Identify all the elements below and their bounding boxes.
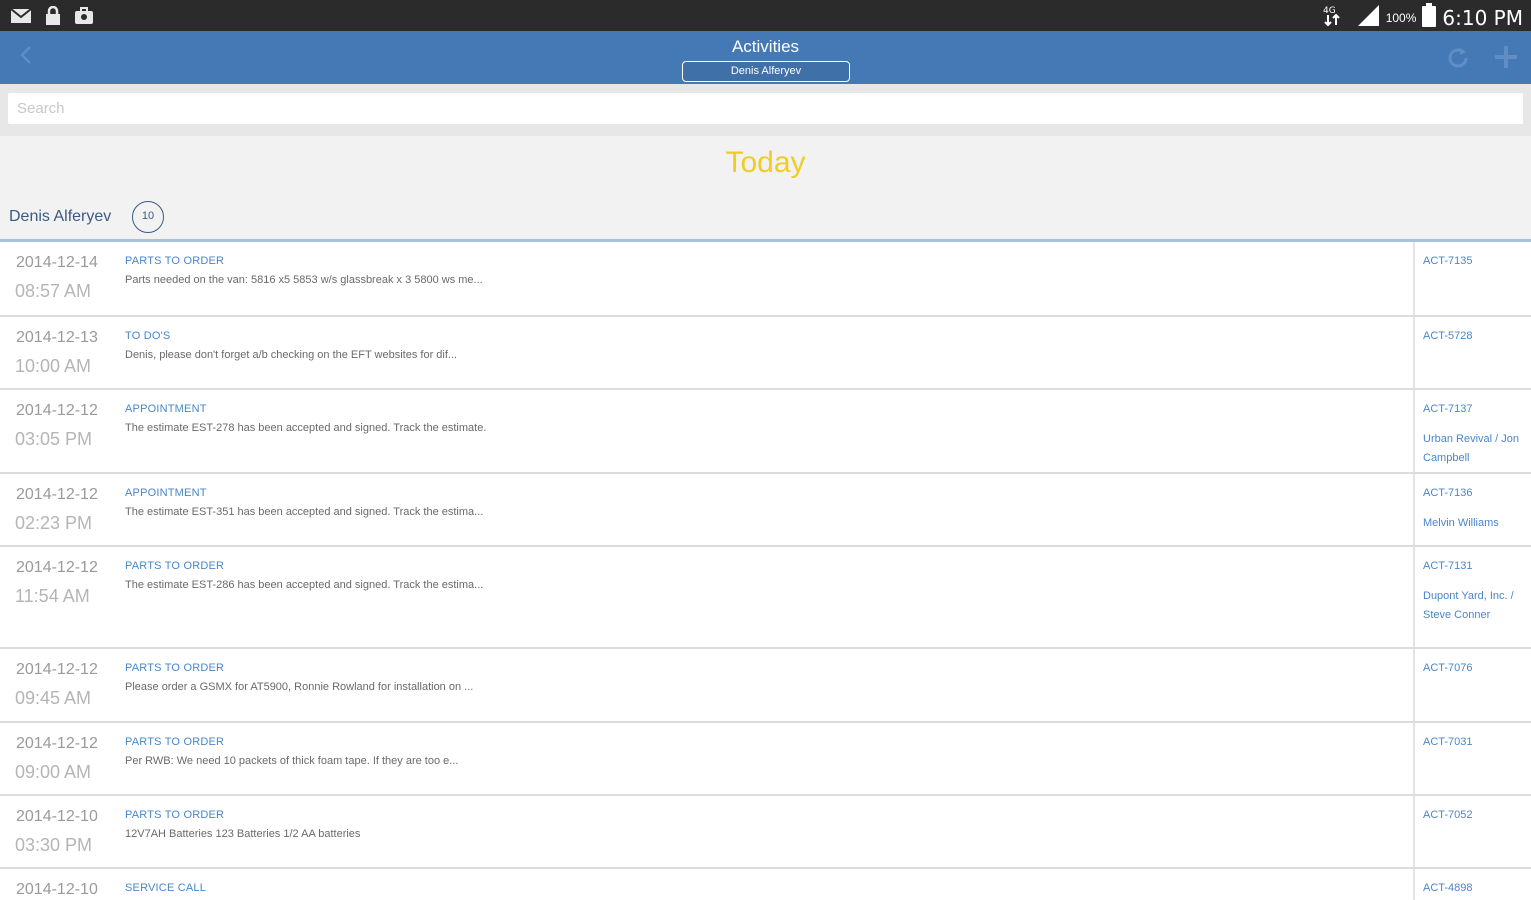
column-divider xyxy=(1413,869,1415,900)
activity-ref[interactable]: ACT-4898 xyxy=(1423,882,1473,894)
activity-time: 08:57 AM xyxy=(15,281,92,301)
mail-icon xyxy=(10,7,32,30)
battery-icon xyxy=(1422,3,1437,32)
briefcase-icon xyxy=(74,7,94,30)
activity-type: PARTS TO ORDER xyxy=(125,736,225,748)
svg-text:4G: 4G xyxy=(1323,6,1336,16)
column-divider xyxy=(1413,317,1415,388)
activity-time: 02:23 PM xyxy=(15,513,93,533)
activity-description: The estimate EST-286 has been accepted a… xyxy=(125,579,484,591)
activity-date: 2014-12-12 xyxy=(16,402,98,419)
search-input[interactable] xyxy=(8,93,1523,124)
page-title: Activities xyxy=(731,37,800,56)
activity-description: Per RWB: We need 10 packets of thick foa… xyxy=(125,755,459,767)
column-divider xyxy=(1413,649,1415,721)
clock: 6:10 PM xyxy=(1442,5,1523,30)
activity-time: 11:54 AM xyxy=(15,586,90,606)
column-divider xyxy=(1413,390,1415,472)
status-bar: 4G 100% 6:10 PM xyxy=(0,0,1531,31)
column-divider xyxy=(1413,796,1415,867)
activity-date: 2014-12-12 xyxy=(16,661,98,678)
system-indicators: 4G 100% 6:10 PM xyxy=(1322,3,1523,32)
activity-date: 2014-12-14 xyxy=(16,254,98,271)
activity-type: PARTS TO ORDER xyxy=(125,809,225,821)
activity-time: 09:00 AM xyxy=(15,762,92,782)
column-divider xyxy=(1413,547,1415,647)
activity-description: The estimate EST-351 has been accepted a… xyxy=(125,506,484,518)
owner-name: Denis Alferyev xyxy=(9,208,112,225)
activity-type: APPOINTMENT xyxy=(125,403,207,415)
notification-icons xyxy=(10,5,94,31)
activity-row[interactable]: 2014-12-14 08:57 AM PARTS TO ORDER Parts… xyxy=(0,242,1531,317)
activity-description: Please order a GSMX for AT5900, Ronnie R… xyxy=(125,681,474,693)
activity-date: 2014-12-13 xyxy=(16,329,98,346)
activity-row[interactable]: 2014-12-12 09:00 AM PARTS TO ORDER Per R… xyxy=(0,723,1531,796)
activity-type: PARTS TO ORDER xyxy=(125,662,225,674)
activity-client[interactable]: Urban Revival / Jon Campbell xyxy=(1423,430,1523,468)
user-selector[interactable]: Denis Alferyev xyxy=(682,61,850,82)
action-bar: Activities Denis Alferyev xyxy=(0,31,1531,84)
activity-ref[interactable]: ACT-7137 xyxy=(1423,403,1473,415)
activity-ref[interactable]: ACT-5728 xyxy=(1423,330,1473,342)
activity-row[interactable]: 2014-12-12 03:05 PM APPOINTMENT The esti… xyxy=(0,390,1531,474)
activity-type: SERVICE CALL xyxy=(125,882,207,894)
add-activity-button[interactable] xyxy=(1492,43,1520,71)
activity-time: 10:00 AM xyxy=(15,356,92,376)
activity-description: The estimate EST-278 has been accepted a… xyxy=(125,422,487,434)
group-header: Today Denis Alferyev 10 xyxy=(0,136,1531,241)
battery-percent: 100% xyxy=(1385,10,1417,25)
column-divider xyxy=(1413,474,1415,545)
activity-date: 2014-12-12 xyxy=(16,559,98,576)
activity-description: 12V7AH Batteries 123 Batteries 1/2 AA ba… xyxy=(125,828,361,840)
activity-time: 03:05 PM xyxy=(15,429,93,449)
activity-ref[interactable]: ACT-7076 xyxy=(1423,662,1473,674)
plus-icon xyxy=(1492,46,1520,75)
activity-type: APPOINTMENT xyxy=(125,487,207,499)
activity-type: PARTS TO ORDER xyxy=(125,560,225,572)
activity-date: 2014-12-10 xyxy=(16,881,98,898)
search-bar xyxy=(0,84,1531,136)
activity-row[interactable]: 2014-12-12 02:23 PM APPOINTMENT The esti… xyxy=(0,474,1531,547)
lock-icon xyxy=(44,5,62,31)
activity-client[interactable]: Dupont Yard, Inc. / Steve Conner xyxy=(1423,587,1523,625)
activity-type: PARTS TO ORDER xyxy=(125,255,225,267)
column-divider xyxy=(1413,723,1415,794)
group-heading: Today xyxy=(725,146,806,179)
activity-row[interactable]: 2014-12-12 11:54 AM PARTS TO ORDER The e… xyxy=(0,547,1531,649)
activity-client[interactable]: Melvin Williams xyxy=(1423,514,1523,533)
activity-ref[interactable]: ACT-7136 xyxy=(1423,487,1473,499)
activity-row[interactable]: 2014-12-10 03:30 PM PARTS TO ORDER 12V7A… xyxy=(0,796,1531,869)
column-divider xyxy=(1413,242,1415,315)
activity-row[interactable]: 2014-12-10 SERVICE CALL ACT-4898 xyxy=(0,869,1531,900)
activity-ref[interactable]: ACT-7052 xyxy=(1423,809,1473,821)
activity-time: 03:30 PM xyxy=(15,835,93,855)
refresh-icon xyxy=(1444,48,1472,76)
activity-row[interactable]: 2014-12-13 10:00 AM TO DO'S Denis, pleas… xyxy=(0,317,1531,390)
activity-row[interactable]: 2014-12-12 09:45 AM PARTS TO ORDER Pleas… xyxy=(0,649,1531,723)
refresh-button[interactable] xyxy=(1444,44,1472,72)
activity-ref[interactable]: ACT-7131 xyxy=(1423,560,1473,572)
activity-date: 2014-12-10 xyxy=(16,808,98,825)
data-transfer-icon: 4G xyxy=(1322,3,1350,32)
activity-description: Denis, please don't forget a/b checking … xyxy=(125,349,458,361)
activity-date: 2014-12-12 xyxy=(16,486,98,503)
activity-description: Parts needed on the van: 5816 x5 5853 w/… xyxy=(125,274,483,286)
count-badge: 10 xyxy=(132,201,164,233)
signal-icon xyxy=(1356,3,1380,32)
activity-list: 2014-12-14 08:57 AM PARTS TO ORDER Parts… xyxy=(0,242,1531,900)
activity-date: 2014-12-12 xyxy=(16,735,98,752)
activity-ref[interactable]: ACT-7031 xyxy=(1423,736,1473,748)
activity-ref[interactable]: ACT-7135 xyxy=(1423,255,1473,267)
activity-type: TO DO'S xyxy=(125,330,171,342)
activity-time: 09:45 AM xyxy=(15,688,92,708)
